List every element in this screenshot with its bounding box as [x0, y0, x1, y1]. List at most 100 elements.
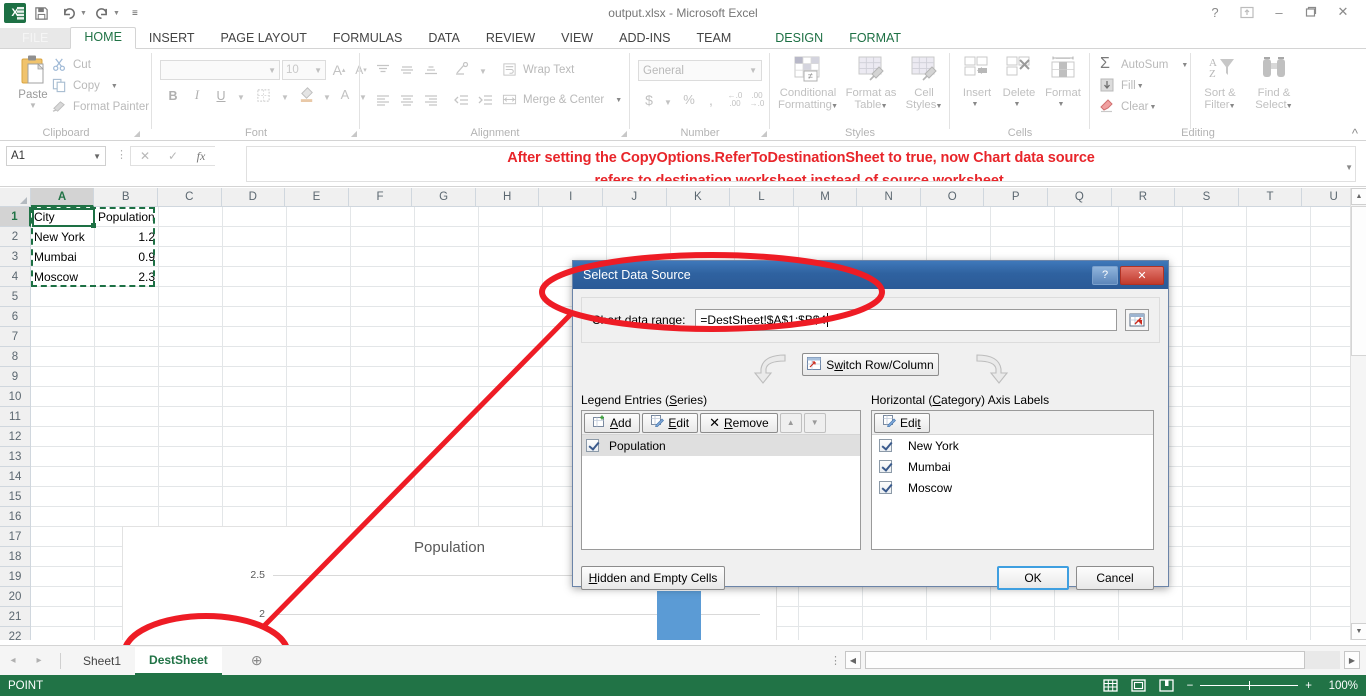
column-header-S[interactable]: S	[1175, 188, 1239, 207]
cell-Q1[interactable]	[1055, 207, 1119, 227]
horizontal-scrollbar[interactable]: ⋮ ◀ ▶	[830, 650, 1360, 670]
cell-O2[interactable]	[927, 227, 991, 247]
cell-B13[interactable]	[95, 447, 159, 467]
cell-Q20[interactable]	[1055, 587, 1119, 607]
column-header-F[interactable]: F	[349, 188, 413, 207]
cell-F7[interactable]	[351, 327, 415, 347]
cell-A10[interactable]	[31, 387, 95, 407]
cell-A6[interactable]	[31, 307, 95, 327]
category-entry-checkbox[interactable]	[879, 439, 892, 452]
autosum-button[interactable]: Σ AutoSum ▼	[1100, 57, 1188, 73]
move-series-up-button[interactable]: ▲	[780, 413, 802, 433]
cell-S8[interactable]	[1183, 347, 1247, 367]
fill-button[interactable]: Fill ▼	[1100, 78, 1144, 94]
cell-K2[interactable]	[671, 227, 735, 247]
copy-button[interactable]: Copy ▼	[52, 78, 118, 94]
cell-P1[interactable]	[991, 207, 1055, 227]
cell-A15[interactable]	[31, 487, 95, 507]
category-entry-checkbox[interactable]	[879, 481, 892, 494]
move-series-down-button[interactable]: ▼	[804, 413, 826, 433]
cell-E11[interactable]	[287, 407, 351, 427]
align-bottom-button[interactable]	[420, 59, 442, 80]
add-series-button[interactable]: Add	[584, 413, 640, 433]
cell-S19[interactable]	[1183, 567, 1247, 587]
cell-A14[interactable]	[31, 467, 95, 487]
cell-M1[interactable]	[799, 207, 863, 227]
cell-G8[interactable]	[415, 347, 479, 367]
normal-view-icon[interactable]	[1103, 678, 1119, 694]
cell-S22[interactable]	[1183, 627, 1247, 640]
cell-P22[interactable]	[991, 627, 1055, 640]
cell-F1[interactable]	[351, 207, 415, 227]
cell-H16[interactable]	[479, 507, 543, 527]
percent-format-button[interactable]: %	[678, 89, 700, 110]
cell-L1[interactable]	[735, 207, 799, 227]
cell-H7[interactable]	[479, 327, 543, 347]
italic-button[interactable]: I	[186, 85, 208, 106]
clipboard-dialog-launcher[interactable]: ◢	[134, 129, 140, 138]
fill-caret-icon[interactable]: ▼	[1137, 83, 1144, 90]
cell-N1[interactable]	[863, 207, 927, 227]
cell-D16[interactable]	[223, 507, 287, 527]
cell-D1[interactable]	[223, 207, 287, 227]
cell-D4[interactable]	[223, 267, 287, 287]
cell-F10[interactable]	[351, 387, 415, 407]
cell-F13[interactable]	[351, 447, 415, 467]
cell-F4[interactable]	[351, 267, 415, 287]
column-header-Q[interactable]: Q	[1048, 188, 1112, 207]
cell-C4[interactable]	[159, 267, 223, 287]
cell-M20[interactable]	[799, 587, 863, 607]
row-header-18[interactable]: 18	[0, 547, 31, 567]
borders-icon[interactable]	[252, 85, 274, 106]
cell-S2[interactable]	[1183, 227, 1247, 247]
ribbon-tab-design[interactable]: DESIGN	[762, 28, 836, 49]
remove-series-button[interactable]: ✕ Remove	[700, 413, 778, 433]
cell-S9[interactable]	[1183, 367, 1247, 387]
zoom-out-button[interactable]: −	[1187, 680, 1194, 692]
cell-G5[interactable]	[415, 287, 479, 307]
cell-S7[interactable]	[1183, 327, 1247, 347]
ribbon-tab-format[interactable]: FORMAT	[836, 28, 914, 49]
cell-S15[interactable]	[1183, 487, 1247, 507]
cell-B5[interactable]	[95, 287, 159, 307]
ribbon-tab-review[interactable]: REVIEW	[473, 28, 548, 49]
cell-G7[interactable]	[415, 327, 479, 347]
cell-C5[interactable]	[159, 287, 223, 307]
cell-R1[interactable]	[1119, 207, 1183, 227]
vertical-scroll-thumb[interactable]	[1351, 206, 1366, 356]
cell-E8[interactable]	[287, 347, 351, 367]
cell-D9[interactable]	[223, 367, 287, 387]
cell-D15[interactable]	[223, 487, 287, 507]
scroll-left-button[interactable]: ◀	[845, 651, 861, 669]
increase-decimal-button[interactable]: ←.0.00	[724, 89, 746, 110]
comma-format-button[interactable]: ,	[700, 89, 722, 110]
cell-S20[interactable]	[1183, 587, 1247, 607]
orientation-caret-icon[interactable]: ▼	[472, 61, 494, 82]
sheet-tab-sheet1[interactable]: Sheet1	[69, 647, 135, 675]
cell-F11[interactable]	[351, 407, 415, 427]
clear-caret-icon[interactable]: ▼	[1149, 104, 1156, 111]
cell-T20[interactable]	[1247, 587, 1311, 607]
cell-A9[interactable]	[31, 367, 95, 387]
help-icon[interactable]: ?	[1200, 2, 1230, 22]
merge-center-caret-icon[interactable]: ▼	[615, 97, 622, 104]
legend-entry-checkbox[interactable]	[586, 439, 599, 452]
cell-S6[interactable]	[1183, 307, 1247, 327]
cell-S12[interactable]	[1183, 427, 1247, 447]
enter-formula-icon[interactable]: ✓	[159, 147, 187, 165]
category-axis-listbox[interactable]: Edit New York Mumbai Moscow	[871, 410, 1154, 550]
row-header-7[interactable]: 7	[0, 327, 31, 347]
row-header-13[interactable]: 13	[0, 447, 31, 467]
cell-M2[interactable]	[799, 227, 863, 247]
category-entry-item[interactable]: Mumbai	[872, 456, 1153, 477]
cell-C15[interactable]	[159, 487, 223, 507]
range-picker-icon[interactable]	[1125, 309, 1149, 331]
row-header-17[interactable]: 17	[0, 527, 31, 547]
cell-T6[interactable]	[1247, 307, 1311, 327]
cell-T9[interactable]	[1247, 367, 1311, 387]
column-header-P[interactable]: P	[984, 188, 1048, 207]
cell-D10[interactable]	[223, 387, 287, 407]
cell-E9[interactable]	[287, 367, 351, 387]
cell-O22[interactable]	[927, 627, 991, 640]
column-header-I[interactable]: I	[539, 188, 603, 207]
